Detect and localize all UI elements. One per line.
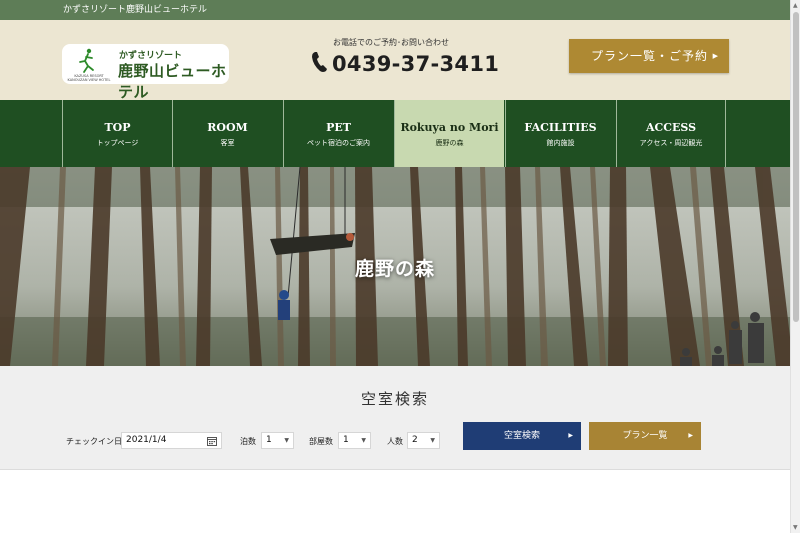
nav-item-room[interactable]: ROOM 客室 <box>172 100 282 167</box>
runner-logo-icon <box>79 48 94 73</box>
plan-list-button[interactable]: プラン一覧 ▶ <box>589 422 701 450</box>
people-label: 人数 <box>387 437 403 446</box>
arrow-right-icon: ▶ <box>568 432 573 439</box>
hero-title: 鹿野の森 <box>354 258 435 280</box>
logo-main-text: 鹿野山ビューホテル <box>118 62 227 101</box>
hero-banner: 鹿野の森 <box>0 167 790 366</box>
main-nav: TOP トップページ ROOM 客室 PET ペット宿泊のご案内 Rokuya … <box>0 100 790 167</box>
scroll-up-icon[interactable]: ▲ <box>793 2 798 9</box>
nav-title: TOP <box>104 121 131 134</box>
top-strip: かずさリゾート鹿野山ビューホテル <box>0 0 790 20</box>
arrow-right-icon: ▶ <box>688 432 693 439</box>
rooms-value: 1 <box>343 435 349 445</box>
hotel-logo[interactable]: KAZUSA RESORT KANOUZAN VIEW HOTEL かずさリゾー… <box>62 44 229 101</box>
nav-subtitle: ペット宿泊のご案内 <box>307 139 370 147</box>
nav-title: Rokuya no Mori <box>400 121 499 134</box>
nav-subtitle: 客室 <box>220 139 235 147</box>
nav-subtitle: トップページ <box>96 139 139 147</box>
plan-list-label: プラン一覧 <box>622 431 668 441</box>
nav-item-top[interactable]: TOP トップページ <box>62 100 172 167</box>
checkin-date-input[interactable]: 2021/1/4 <box>121 432 222 449</box>
people-value: 2 <box>412 435 418 445</box>
vacancy-search-button[interactable]: 空室検索 ▶ <box>463 422 581 450</box>
chevron-down-icon: ▼ <box>361 437 366 444</box>
nav-title: FACILITIES <box>524 121 597 134</box>
arrow-right-icon: ▶ <box>712 52 719 60</box>
nav-item-access[interactable]: ACCESS アクセス・周辺観光 <box>616 100 726 167</box>
people-select[interactable]: 2 ▼ <box>407 432 440 449</box>
plan-reserve-label: プラン一覧・ご予約 <box>591 49 709 63</box>
logo-subtext: KAZUSA RESORT KANOUZAN VIEW HOTEL <box>67 74 111 82</box>
top-strip-text: かずさリゾート鹿野山ビューホテル <box>63 5 208 15</box>
vacancy-search-label: 空室検索 <box>503 431 540 441</box>
nav-title: ROOM <box>207 121 248 134</box>
vacancy-search: 空室検索 チェックイン日 2021/1/4 泊数 1 ▼ 部屋数 1 ▼ 人数 … <box>0 366 790 470</box>
nav-item-rokuya-no-mori[interactable]: Rokuya no Mori 鹿野の森 <box>394 100 504 167</box>
chevron-down-icon: ▼ <box>430 437 435 444</box>
nav-title: PET <box>326 121 351 134</box>
nav-subtitle: アクセス・周辺観光 <box>639 139 703 147</box>
page-scrollbar[interactable]: ▲ ▼ <box>790 0 800 533</box>
nights-select[interactable]: 1 ▼ <box>261 432 294 449</box>
plan-reserve-button[interactable]: プラン一覧・ご予約 ▶ <box>569 39 729 73</box>
phone-icon <box>312 52 327 72</box>
rooms-label: 部屋数 <box>309 437 333 446</box>
tel-number[interactable]: 0439-37-3411 <box>332 52 499 76</box>
tel-label: お電話でのご予約･お問い合わせ <box>333 38 449 47</box>
calendar-icon[interactable] <box>207 436 217 446</box>
nav-subtitle: 鹿野の森 <box>435 139 464 147</box>
search-title: 空室検索 <box>360 390 429 408</box>
nav-item-pet[interactable]: PET ペット宿泊のご案内 <box>283 100 393 167</box>
checkin-label: チェックイン日 <box>66 437 122 446</box>
rooms-select[interactable]: 1 ▼ <box>338 432 371 449</box>
scroll-down-icon[interactable]: ▼ <box>793 524 798 531</box>
nav-subtitle: 館内施設 <box>546 139 575 147</box>
scroll-thumb[interactable] <box>793 12 799 322</box>
nav-title: ACCESS <box>645 121 697 134</box>
nav-item-facilities[interactable]: FACILITIES 館内施設 <box>505 100 615 167</box>
chevron-down-icon: ▼ <box>284 437 289 444</box>
checkin-date-value: 2021/1/4 <box>126 435 167 445</box>
site-header: KAZUSA RESORT KANOUZAN VIEW HOTEL かずさリゾー… <box>0 20 790 101</box>
nights-value: 1 <box>266 435 272 445</box>
nights-label: 泊数 <box>240 437 256 446</box>
